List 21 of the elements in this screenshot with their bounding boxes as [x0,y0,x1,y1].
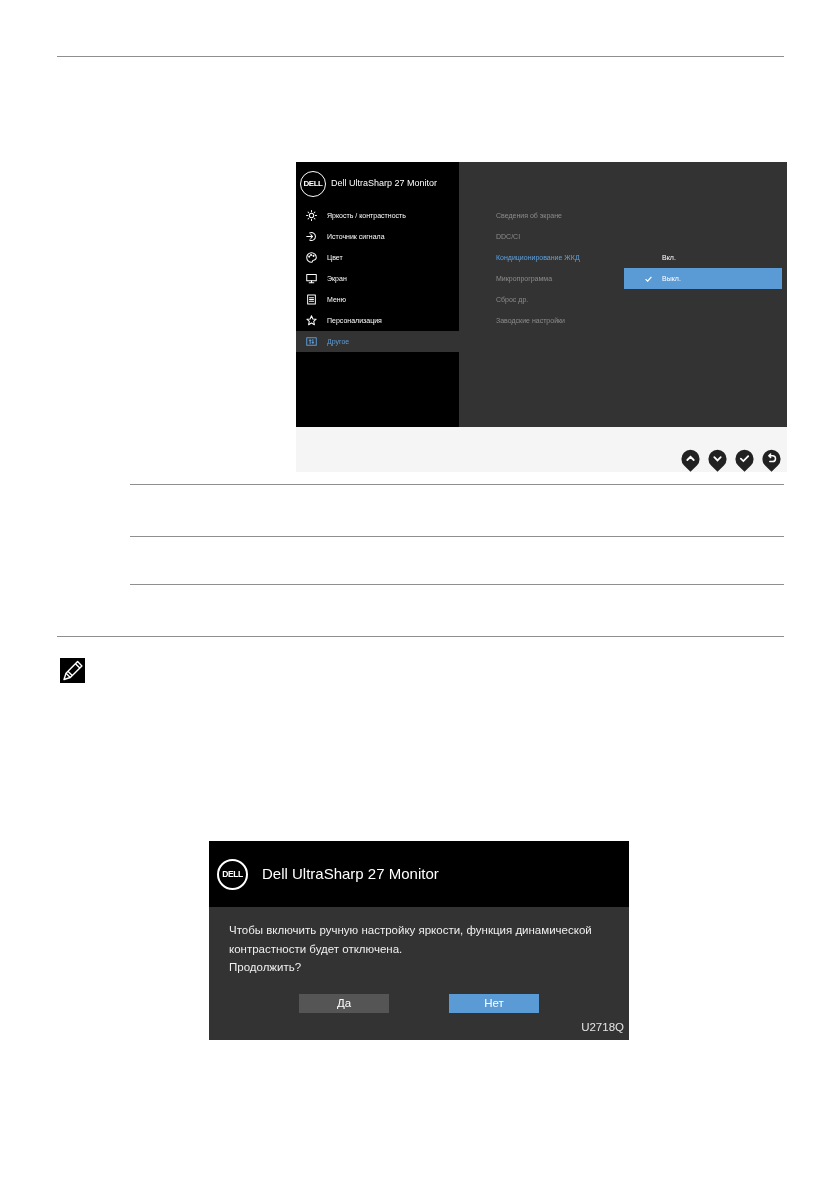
check-pin-icon[interactable] [735,449,754,472]
star-icon [306,315,317,326]
sun-icon [306,210,317,221]
down-caret-pin-icon[interactable] [708,449,727,472]
enter-arrow-icon [306,231,317,242]
dialog-button[interactable]: Нет [449,993,539,1013]
palette-icon [306,252,317,263]
sliders-icon [306,336,317,347]
document-icon [306,294,317,305]
dialog-message: Чтобы включить ручную настройку яркости, функция динамической контрастности будет отключена. [229,923,593,957]
pencil-icon [60,658,85,683]
back-arrow-pin-icon[interactable] [762,449,781,472]
monitor-title: Dell UltraSharp 27 Monitor [331,178,438,189]
model-name: U2718Q [581,1019,624,1034]
dialog-title: Dell UltraSharp 27 Monitor [262,865,439,883]
check-icon [645,275,652,282]
dialog-question: Продолжить? [229,960,302,975]
monitor-icon [306,273,317,284]
up-caret-pin-icon[interactable] [681,449,700,472]
dialog-button[interactable]: Да [299,993,389,1013]
logo: DELL [217,858,248,890]
